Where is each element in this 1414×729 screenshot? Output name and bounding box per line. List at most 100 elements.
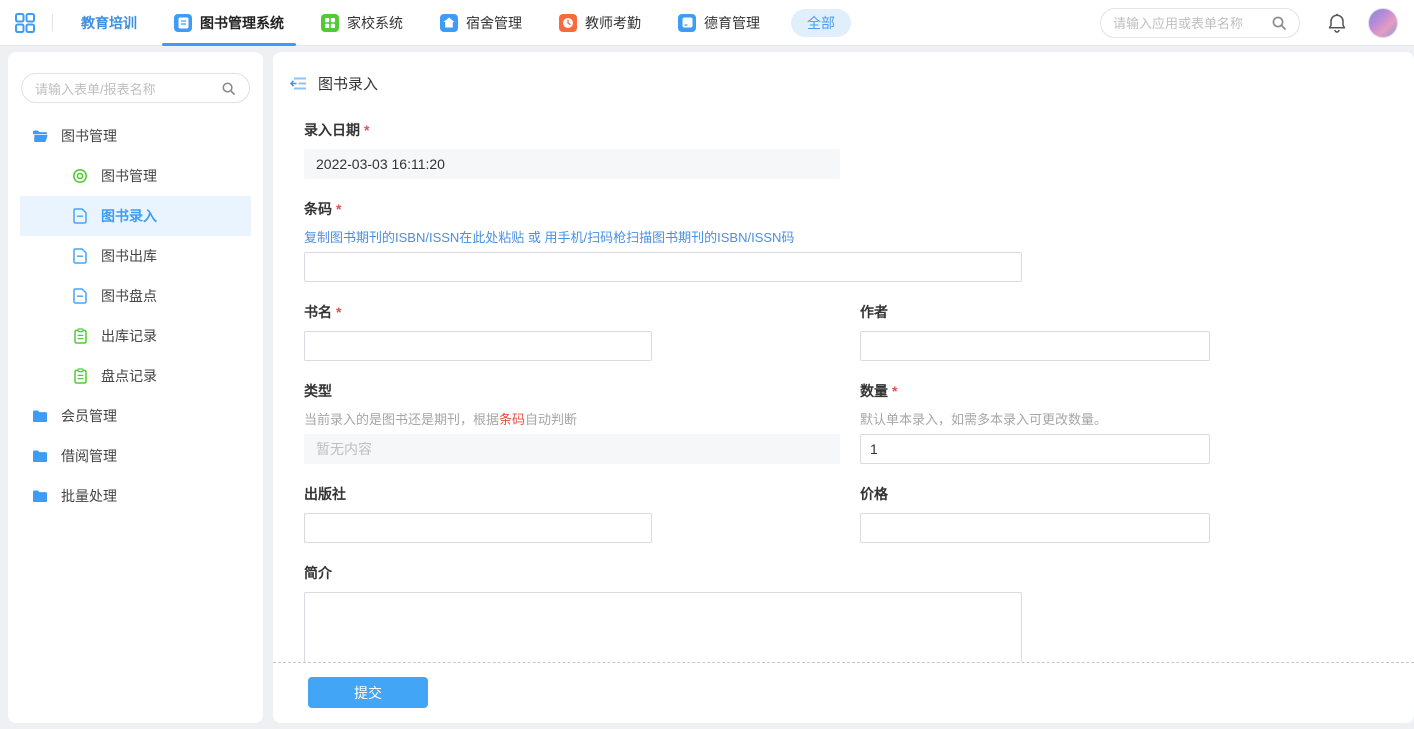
- publisher-input[interactable]: [304, 513, 652, 543]
- field-label: 类型: [304, 381, 840, 401]
- top-navigation-bar: 教育培训 图书管理系统 家校系统 宿舍管理 教师考勤 德育管理 全部 请输入: [0, 0, 1414, 46]
- sidebar-item-label: 会员管理: [61, 406, 117, 426]
- sidebar-item-member-management-folder[interactable]: 会员管理: [20, 396, 251, 436]
- book-entry-form: 录入日期* 2022-03-03 16:11:20 条码* 复制图书期刊的ISB…: [273, 100, 1414, 663]
- search-icon: [1271, 15, 1287, 31]
- required-mark: *: [336, 304, 341, 320]
- field-label: 作者: [860, 302, 1210, 322]
- field-label: 数量*: [860, 381, 1210, 401]
- intro-field: 简介: [304, 563, 1414, 663]
- publisher-price-row: 出版社 价格: [304, 484, 1414, 543]
- barcode-input[interactable]: [304, 252, 1022, 282]
- type-quantity-row: 类型 当前录入的是图书还是期刊，根据条码自动判断 暂无内容 数量* 默认单本录入…: [304, 381, 1414, 464]
- field-label: 条码*: [304, 199, 1414, 219]
- dormitory-icon: [440, 14, 458, 32]
- sidebar-item-book-management-folder[interactable]: 图书管理: [20, 116, 251, 156]
- all-apps-filter[interactable]: 全部: [791, 9, 851, 37]
- tab-label: 教师考勤: [585, 13, 641, 33]
- entry-date-field: 录入日期* 2022-03-03 16:11:20: [304, 120, 1414, 179]
- field-label: 出版社: [304, 484, 840, 504]
- sidebar-item-book-checkout[interactable]: 图书出库: [20, 236, 251, 276]
- field-label: 价格: [860, 484, 1210, 504]
- author-field: 作者: [860, 302, 1210, 361]
- form-search-input[interactable]: 请输入表单/报表名称: [21, 73, 250, 103]
- sidebar-item-label: 借阅管理: [61, 446, 117, 466]
- main-panel: 图书录入 录入日期* 2022-03-03 16:11:20 条码* 复制图书期…: [273, 52, 1414, 723]
- folder-icon: [32, 489, 48, 503]
- tab-label: 图书管理系统: [200, 13, 284, 33]
- price-input[interactable]: [860, 513, 1210, 543]
- home-school-icon: [321, 14, 339, 32]
- search-placeholder: 请输入应用或表单名称: [1113, 13, 1243, 32]
- required-mark: *: [336, 201, 341, 217]
- sidebar-item-label: 图书录入: [101, 206, 157, 226]
- folder-icon: [32, 409, 48, 423]
- search-placeholder: 请输入表单/报表名称: [35, 79, 156, 98]
- folder-open-icon: [32, 129, 48, 143]
- sidebar-item-label: 出库记录: [101, 326, 157, 346]
- target-circle-icon: [72, 168, 88, 184]
- tab-dormitory-management[interactable]: 宿舍管理: [428, 0, 534, 46]
- field-label: 简介: [304, 563, 1414, 583]
- sidebar-item-label: 图书管理: [61, 126, 117, 146]
- moral-education-icon: [678, 14, 696, 32]
- tab-education-training[interactable]: 教育培训: [69, 0, 149, 46]
- global-search-input[interactable]: 请输入应用或表单名称: [1100, 8, 1300, 38]
- sidebar-item-book-inventory[interactable]: 图书盘点: [20, 276, 251, 316]
- tab-home-school-system[interactable]: 家校系统: [309, 0, 415, 46]
- sidebar-item-label: 图书出库: [101, 246, 157, 266]
- page-title: 图书录入: [318, 73, 378, 94]
- tab-label: 家校系统: [347, 13, 403, 33]
- book-name-field: 书名*: [304, 302, 840, 361]
- quantity-field: 数量* 默认单本录入，如需多本录入可更改数量。: [860, 381, 1210, 464]
- main-header: 图书录入: [273, 52, 1414, 100]
- apps-grid-icon[interactable]: [14, 12, 36, 34]
- sidebar-item-label: 图书管理: [101, 166, 157, 186]
- tab-moral-education[interactable]: 德育管理: [666, 0, 772, 46]
- sidebar-item-inventory-records[interactable]: 盘点记录: [20, 356, 251, 396]
- bell-icon[interactable]: [1328, 13, 1346, 33]
- author-input[interactable]: [860, 331, 1210, 361]
- sidebar-item-batch-processing-folder[interactable]: 批量处理: [20, 476, 251, 516]
- barcode-hint: 复制图书期刊的ISBN/ISSN在此处粘贴 或 用手机/扫码枪扫描图书期刊的IS…: [304, 227, 1414, 246]
- submit-button[interactable]: 提交: [308, 677, 428, 708]
- clipboard-icon: [72, 328, 88, 344]
- price-field: 价格: [860, 484, 1210, 543]
- tab-label: 德育管理: [704, 13, 760, 33]
- field-label: 书名*: [304, 302, 840, 322]
- folder-icon: [32, 449, 48, 463]
- type-hint: 当前录入的是图书还是期刊，根据条码自动判断: [304, 409, 840, 428]
- sidebar-item-book-management[interactable]: 图书管理: [20, 156, 251, 196]
- sidebar-item-label: 批量处理: [61, 486, 117, 506]
- divider: [52, 14, 53, 31]
- quantity-input[interactable]: [860, 434, 1210, 464]
- required-mark: *: [892, 383, 897, 399]
- quantity-hint: 默认单本录入，如需多本录入可更改数量。: [860, 409, 1210, 428]
- type-value-disabled: 暂无内容: [304, 434, 840, 464]
- sidebar-tree: 图书管理 图书管理 图书录入 图书出库: [20, 116, 251, 516]
- sidebar-item-label: 盘点记录: [101, 366, 157, 386]
- form-footer: 提交: [273, 663, 1414, 723]
- tab-library-management-system[interactable]: 图书管理系统: [162, 0, 296, 46]
- clipboard-icon: [72, 368, 88, 384]
- name-author-row: 书名* 作者: [304, 302, 1414, 361]
- sidebar-item-checkout-records[interactable]: 出库记录: [20, 316, 251, 356]
- sidebar-item-borrow-management-folder[interactable]: 借阅管理: [20, 436, 251, 476]
- sidebar-item-book-entry[interactable]: 图书录入: [20, 196, 251, 236]
- tab-label: 宿舍管理: [466, 13, 522, 33]
- document-icon: [72, 208, 88, 224]
- type-field: 类型 当前录入的是图书还是期刊，根据条码自动判断 暂无内容: [304, 381, 840, 464]
- content-area: 请输入表单/报表名称 图书管理 图书管理: [0, 46, 1414, 729]
- user-avatar[interactable]: [1368, 8, 1398, 38]
- field-label: 录入日期*: [304, 120, 1414, 140]
- menu-fold-icon[interactable]: [290, 76, 307, 91]
- book-name-input[interactable]: [304, 331, 652, 361]
- tab-teacher-attendance[interactable]: 教师考勤: [547, 0, 653, 46]
- barcode-link[interactable]: 条码: [499, 412, 525, 427]
- search-icon: [221, 81, 236, 96]
- sidebar: 请输入表单/报表名称 图书管理 图书管理: [8, 52, 263, 723]
- teacher-attendance-icon: [559, 14, 577, 32]
- publisher-field: 出版社: [304, 484, 840, 543]
- intro-textarea[interactable]: [304, 592, 1022, 663]
- entry-date-value[interactable]: 2022-03-03 16:11:20: [304, 149, 840, 179]
